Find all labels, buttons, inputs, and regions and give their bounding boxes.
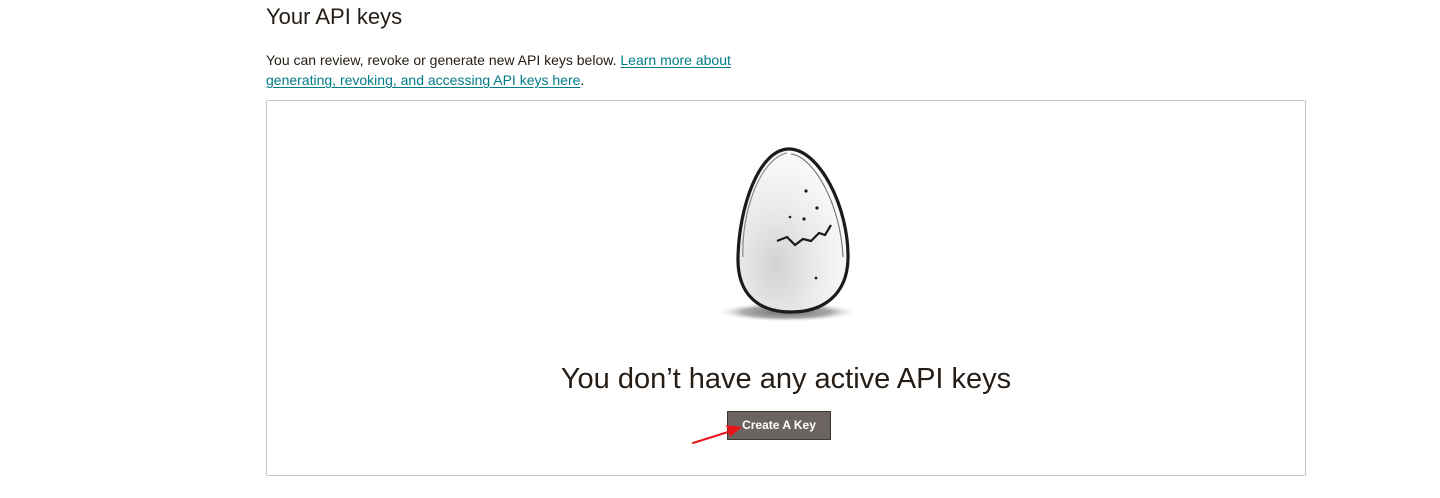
annotation-arrow-icon [692, 425, 742, 444]
page-title: Your API keys [266, 4, 403, 29]
empty-state-panel: You don’t have any active API keys Creat… [266, 100, 1306, 476]
empty-state-heading: You don’t have any active API keys [560, 363, 1012, 395]
cracked-egg-illustration [715, 147, 859, 322]
intro-paragraph: You can review, revoke or generate new A… [266, 50, 766, 90]
intro-end: . [580, 72, 585, 88]
intro-text: You can review, revoke or generate new A… [266, 52, 621, 68]
